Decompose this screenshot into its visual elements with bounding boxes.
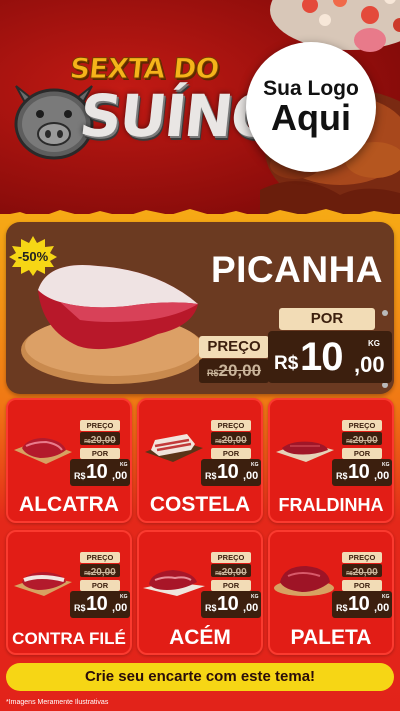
logo-text-line-2: Aqui	[271, 96, 351, 138]
price-unit: KG	[120, 462, 128, 468]
new-price-decimal: ,00	[243, 602, 259, 614]
old-price: R$20,00	[80, 564, 120, 578]
new-price-currency: R$	[274, 353, 299, 374]
featured-por-label: POR	[279, 308, 375, 330]
price-unit: KG	[368, 339, 380, 348]
por-label: POR	[211, 448, 251, 459]
old-price-value: 20,00	[90, 435, 116, 446]
old-price: R$20,00	[342, 564, 382, 578]
por-label: POR	[80, 448, 120, 459]
old-price-value: 20,00	[352, 435, 378, 446]
new-price-decimal: ,00	[243, 470, 259, 482]
new-price: R$ 10 ,00 KG	[332, 591, 392, 618]
old-price-value: 20,00	[352, 567, 378, 578]
meat-cut-image	[274, 566, 334, 596]
por-label: POR	[342, 448, 382, 459]
product-name: CONTRA FILÉ	[12, 629, 126, 648]
new-price-integer: 10	[300, 335, 343, 379]
product-name: COSTELA	[149, 493, 251, 516]
new-price-currency: R$	[205, 471, 217, 481]
old-price: R$20,00	[211, 432, 251, 446]
new-price-integer: 10	[86, 593, 108, 615]
price-unit: KG	[382, 594, 390, 600]
new-price: R$ 10 ,00 KG	[332, 459, 392, 486]
featured-preco-label: PREÇO	[199, 336, 269, 358]
preco-label: PREÇO	[80, 552, 120, 563]
logo-placeholder[interactable]: Sua Logo Aqui	[246, 42, 376, 172]
price-unit: KG	[382, 462, 390, 468]
new-price-currency: R$	[74, 471, 86, 481]
product-card-fraldinha[interactable]: PREÇO R$20,00 POR R$ 10 ,00 KG FRALDINHA	[268, 398, 394, 523]
old-price: R$20,00	[342, 432, 382, 446]
preco-label: PREÇO	[80, 420, 120, 431]
meat-cut-image	[143, 570, 205, 596]
new-price-currency: R$	[205, 603, 217, 613]
meat-cut-image	[276, 441, 334, 462]
por-label: POR	[342, 580, 382, 591]
product-name: FRALDINHA	[278, 495, 384, 515]
discount-label: -50%	[17, 248, 49, 264]
preco-label: PREÇO	[211, 552, 251, 563]
preco-label: PREÇO	[342, 552, 382, 563]
old-price: R$20,00	[80, 432, 120, 446]
new-price-decimal: ,00	[354, 352, 385, 377]
por-label: POR	[80, 580, 120, 591]
logo-text-line-1: Sua Logo	[263, 76, 359, 100]
old-price-value: 20,00	[221, 435, 247, 446]
product-card-paleta[interactable]: PREÇO R$20,00 POR R$ 10 ,00 KG PALETA	[268, 530, 394, 655]
por-label: POR	[211, 580, 251, 591]
new-price-decimal: ,00	[374, 602, 390, 614]
price-unit: KG	[251, 594, 259, 600]
new-price-currency: R$	[336, 471, 348, 481]
product-card-costela[interactable]: PREÇO R$20,00 POR R$ 10 ,00 KG COSTELA	[137, 398, 263, 523]
new-price-integer: 10	[86, 461, 108, 483]
meat-cut-image	[145, 434, 203, 462]
price-unit: KG	[120, 594, 128, 600]
product-name: ALCATRA	[19, 493, 119, 516]
product-card-contra-file[interactable]: PREÇO R$20,00 POR R$ 10 ,00 KG CONTRA FILÉ	[6, 530, 132, 655]
new-price-integer: 10	[217, 593, 239, 615]
new-price-currency: R$	[336, 603, 348, 613]
new-price: R$ 10 ,00 KG	[70, 591, 130, 618]
product-card-acem[interactable]: PREÇO R$20,00 POR R$ 10 ,00 KG ACÉM	[137, 530, 263, 655]
new-price-decimal: ,00	[112, 470, 128, 482]
preco-label: PREÇO	[211, 420, 251, 431]
featured-old-price: R$20,00	[199, 359, 269, 383]
meat-cut-image	[14, 572, 72, 596]
cta-banner[interactable]: Crie seu encarte com este tema!	[6, 663, 394, 691]
new-price-decimal: ,00	[374, 470, 390, 482]
new-price-integer: 10	[348, 593, 370, 615]
old-price-value: 20,00	[218, 361, 262, 380]
header-banner: SEXTA DO SUÍNO Sua Logo Aqui	[0, 0, 400, 222]
featured-new-price: R$ 10 ,00 KG	[268, 331, 392, 383]
old-price-currency: R$	[206, 368, 219, 378]
new-price-decimal: ,00	[112, 602, 128, 614]
new-price-currency: R$	[74, 603, 86, 613]
featured-product-name: PICANHA	[210, 249, 384, 290]
bolt-decoration	[382, 310, 388, 316]
old-price-value: 20,00	[221, 567, 247, 578]
product-card-alcatra[interactable]: PREÇO R$20,00 POR R$ 10 ,00 KG ALCATRA	[6, 398, 132, 523]
product-name: PALETA	[290, 626, 372, 649]
preco-label: PREÇO	[342, 420, 382, 431]
new-price: R$ 10 ,00 KG	[70, 459, 130, 486]
meat-cut-image	[14, 438, 72, 464]
new-price: R$ 10 ,00 KG	[201, 591, 261, 618]
disclaimer-text: *Imagens Meramente Ilustrativas	[6, 699, 109, 706]
new-price-integer: 10	[348, 461, 370, 483]
product-name: ACÉM	[169, 626, 231, 649]
new-price-integer: 10	[217, 461, 239, 483]
old-price: R$20,00	[211, 564, 251, 578]
title-logo: SEXTA DO SUÍNO	[8, 48, 282, 168]
price-unit: KG	[251, 462, 259, 468]
new-price: R$ 10 ,00 KG	[201, 459, 261, 486]
old-price-value: 20,00	[90, 567, 116, 578]
